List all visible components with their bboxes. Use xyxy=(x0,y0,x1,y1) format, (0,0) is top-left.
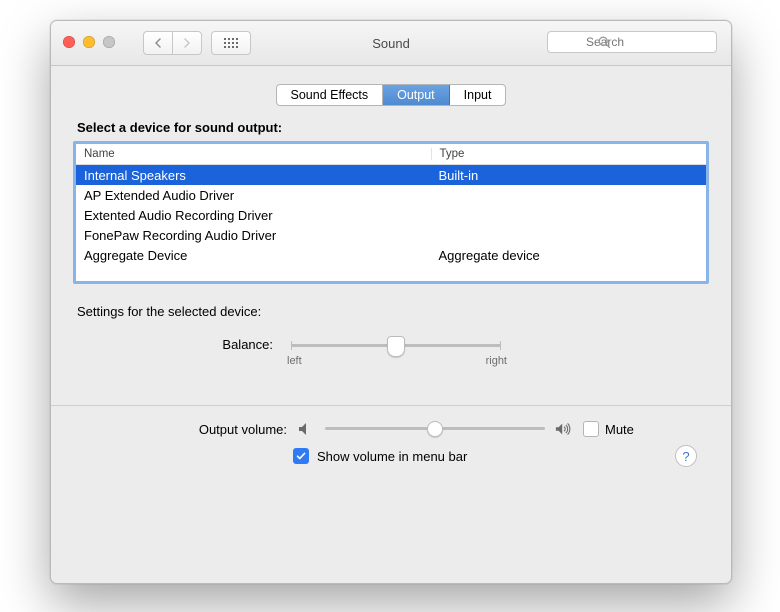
grid-icon xyxy=(224,38,238,48)
preferences-window: Sound Sound Effects Output Input Select … xyxy=(50,20,732,584)
speaker-low-icon xyxy=(297,421,315,437)
show-volume-control[interactable]: Show volume in menu bar xyxy=(77,448,705,464)
column-name[interactable]: Name xyxy=(76,148,432,160)
balance-label: Balance: xyxy=(213,337,273,352)
back-button[interactable] xyxy=(143,31,172,55)
window-body: Sound Effects Output Input Select a devi… xyxy=(51,66,731,480)
search-icon xyxy=(598,36,611,49)
show-volume-checkbox[interactable] xyxy=(293,448,309,464)
window-controls xyxy=(63,36,115,48)
show-volume-label: Show volume in menu bar xyxy=(317,449,467,464)
speaker-high-icon xyxy=(555,421,573,437)
table-row[interactable]: FonePaw Recording Audio Driver xyxy=(76,225,706,245)
table-row[interactable]: Internal Speakers Built-in xyxy=(76,165,706,185)
table-row[interactable]: Aggregate Device Aggregate device xyxy=(76,245,706,265)
help-button[interactable]: ? xyxy=(675,445,697,467)
footer: Output volume: Mute xyxy=(73,420,709,464)
balance-control: Balance: left right xyxy=(73,337,709,367)
mute-checkbox[interactable] xyxy=(583,421,599,437)
table-row[interactable]: AP Extended Audio Driver xyxy=(76,185,706,205)
balance-thumb[interactable] xyxy=(387,336,405,357)
device-table[interactable]: Name Type Internal Speakers Built-in AP … xyxy=(73,141,709,284)
output-volume-label: Output volume: xyxy=(177,422,287,437)
table-header: Name Type xyxy=(76,144,706,165)
tab-output[interactable]: Output xyxy=(383,85,450,105)
device-select-heading: Select a device for sound output: xyxy=(77,120,709,135)
mute-label: Mute xyxy=(605,422,634,437)
balance-slider[interactable]: left right xyxy=(291,337,501,367)
tab-bar: Sound Effects Output Input xyxy=(73,84,709,106)
forward-button[interactable] xyxy=(172,31,202,55)
help-icon: ? xyxy=(682,449,689,464)
table-row[interactable]: Extented Audio Recording Driver xyxy=(76,205,706,225)
volume-thumb[interactable] xyxy=(427,421,443,437)
column-type[interactable]: Type xyxy=(432,148,707,160)
check-icon xyxy=(296,451,306,461)
settings-heading: Settings for the selected device: xyxy=(77,304,709,319)
tab-input[interactable]: Input xyxy=(450,85,506,105)
tab-sound-effects[interactable]: Sound Effects xyxy=(277,85,384,105)
output-volume-control: Output volume: Mute xyxy=(77,420,705,438)
divider xyxy=(51,405,731,406)
output-volume-slider[interactable] xyxy=(325,420,545,438)
zoom-icon[interactable] xyxy=(103,36,115,48)
mute-control[interactable]: Mute xyxy=(583,421,634,437)
title-bar: Sound xyxy=(51,21,731,66)
search-field[interactable] xyxy=(547,31,717,53)
show-all-button[interactable] xyxy=(211,31,251,55)
minimize-icon[interactable] xyxy=(83,36,95,48)
output-panel: Select a device for sound output: Name T… xyxy=(73,120,709,367)
nav-back-forward xyxy=(143,31,202,55)
close-icon[interactable] xyxy=(63,36,75,48)
